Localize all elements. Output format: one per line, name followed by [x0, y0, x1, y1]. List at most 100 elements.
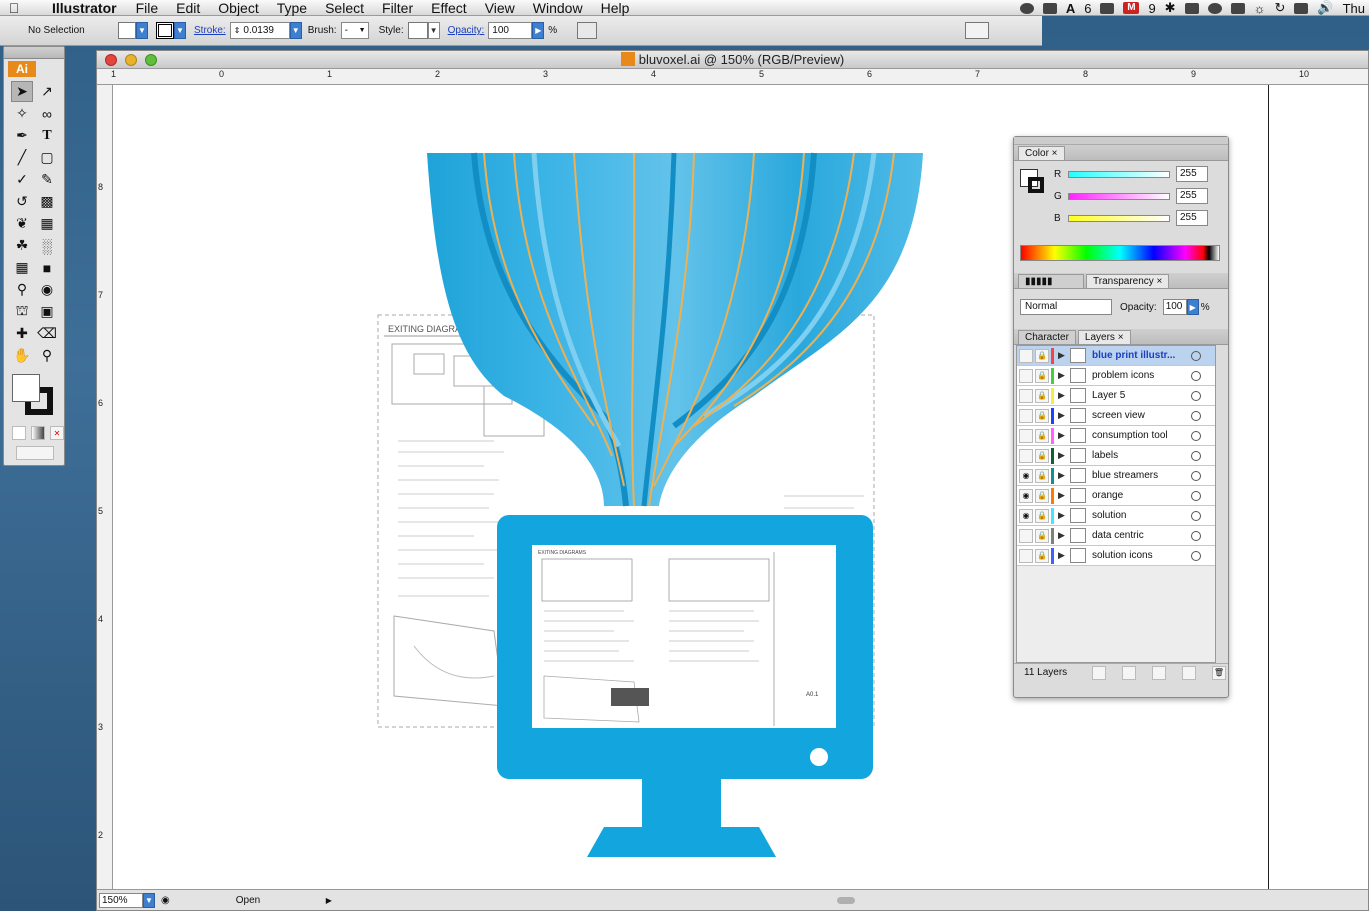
panel-drag-bar[interactable] — [1014, 137, 1228, 145]
eraser-tool-icon[interactable]: ⌫ — [36, 323, 58, 344]
green-value-field[interactable]: 255 — [1176, 188, 1208, 204]
gradient-mode-icon[interactable] — [31, 426, 45, 440]
lock-icon[interactable]: 🔒 — [1035, 528, 1049, 543]
layer-row[interactable]: ◉ 🔒 ▶ blue streamers — [1017, 466, 1215, 486]
trash-icon[interactable]: 🗑 — [1212, 665, 1226, 680]
horizontal-ruler[interactable]: 1 0 1 2 3 4 5 6 7 8 9 10 — [97, 69, 1368, 85]
transparency-opacity-field[interactable]: 100 — [1162, 299, 1187, 315]
adobe-status-icon[interactable]: A — [1066, 1, 1075, 16]
expand-triangle-icon[interactable]: ▶ — [1058, 350, 1068, 361]
layer-name[interactable]: screen view — [1092, 410, 1191, 421]
layer-target-icon[interactable] — [1191, 470, 1201, 481]
expand-triangle-icon[interactable]: ▶ — [1058, 450, 1068, 461]
screen-mode-button[interactable] — [14, 446, 64, 460]
horizontal-scroll-thumb[interactable] — [836, 896, 855, 904]
layer-target-icon[interactable] — [1191, 430, 1201, 441]
free-transform-tool-icon[interactable]: ▦ — [36, 213, 58, 234]
menu-object[interactable]: Object — [209, 0, 267, 16]
expand-triangle-icon[interactable]: ▶ — [1058, 510, 1068, 521]
screen-mode-icon[interactable] — [16, 446, 54, 460]
minimize-window-icon[interactable] — [125, 54, 137, 66]
lock-icon[interactable]: 🔒 — [1035, 368, 1049, 383]
blue-value-field[interactable]: 255 — [1176, 210, 1208, 226]
pen-tool-icon[interactable]: ✒ — [11, 125, 33, 146]
none-mode-icon[interactable]: ✕ — [50, 426, 64, 440]
brush-field[interactable]: - ▼ — [340, 22, 369, 39]
stroke-dropdown[interactable]: ▼ — [174, 22, 186, 39]
live-paint-selection-tool-icon[interactable]: ▣ — [36, 301, 58, 322]
layer-target-icon[interactable] — [1191, 410, 1201, 421]
clipping-mask-icon[interactable] — [1122, 665, 1136, 680]
apple-menu-icon[interactable]:  — [0, 0, 28, 16]
rectangle-tool-icon[interactable]: ▢ — [36, 147, 58, 168]
layer-name[interactable]: solution icons — [1092, 550, 1191, 561]
style-dropdown[interactable]: ▼ — [427, 22, 440, 39]
blend-tool-icon[interactable]: ◉ — [36, 279, 58, 300]
lock-icon[interactable]: 🔒 — [1035, 428, 1049, 443]
expand-triangle-icon[interactable]: ▶ — [1058, 430, 1068, 441]
color-mode-icon[interactable] — [12, 426, 26, 440]
menu-window[interactable]: Window — [524, 0, 592, 16]
menu-effect[interactable]: Effect — [422, 0, 476, 16]
tab-character[interactable]: Character — [1018, 330, 1076, 344]
layer-row[interactable]: 🔒 ▶ problem icons — [1017, 366, 1215, 386]
zoom-dropdown[interactable]: ▼ — [143, 892, 155, 908]
layer-name[interactable]: orange — [1092, 490, 1191, 501]
blend-mode-select[interactable]: Normal — [1020, 299, 1112, 315]
lasso-tool-icon[interactable]: ∞ — [36, 103, 58, 124]
lock-icon[interactable]: 🔒 — [1035, 468, 1049, 483]
layer-row[interactable]: 🔒 ▶ consumption tool — [1017, 426, 1215, 446]
symbol-sprayer-tool-icon[interactable]: ☘ — [11, 235, 33, 256]
tab-transparency[interactable]: Transparency × — [1086, 274, 1170, 288]
layer-target-icon[interactable] — [1191, 510, 1201, 521]
new-layer-icon[interactable] — [1182, 665, 1196, 680]
new-sublayer-icon[interactable] — [1152, 665, 1166, 680]
menu-view[interactable]: View — [476, 0, 524, 16]
opacity-arrow[interactable]: ▶ — [532, 22, 545, 39]
opacity-link[interactable]: Opacity: — [448, 25, 485, 36]
selection-tool-icon[interactable] — [577, 22, 598, 39]
mesh-tool-icon[interactable]: ▦ — [11, 257, 33, 278]
layer-name[interactable]: problem icons — [1092, 370, 1191, 381]
fill-color-box[interactable] — [12, 374, 40, 402]
scale-tool-icon[interactable]: ▩ — [36, 191, 58, 212]
layer-row[interactable]: 🔒 ▶ blue print illustr... — [1017, 346, 1215, 366]
expand-triangle-icon[interactable]: ▶ — [1058, 470, 1068, 481]
zoom-tool-icon[interactable]: ⚲ — [36, 345, 58, 366]
layer-row[interactable]: 🔒 ▶ screen view — [1017, 406, 1215, 426]
visibility-eye-icon[interactable] — [1019, 408, 1033, 423]
wifi-icon[interactable]: ☼ — [1254, 1, 1266, 16]
calendar-icon[interactable] — [1100, 2, 1115, 14]
style-swatch[interactable] — [407, 22, 428, 39]
layer-target-icon[interactable] — [1191, 530, 1201, 541]
menu-filter[interactable]: Filter — [373, 0, 422, 16]
visibility-eye-icon[interactable] — [1019, 368, 1033, 383]
magic-wand-tool-icon[interactable]: ✧ — [11, 103, 33, 124]
layer-row[interactable]: 🔒 ▶ solution icons — [1017, 546, 1215, 566]
fill-dropdown[interactable]: ▼ — [136, 22, 148, 39]
visibility-eye-icon[interactable] — [1019, 528, 1033, 543]
pencil-tool-icon[interactable]: ✎ — [36, 169, 58, 190]
stroke-swatch[interactable] — [156, 22, 174, 39]
fill-stroke-control[interactable] — [12, 374, 60, 420]
visibility-eye-icon[interactable]: ◉ — [1019, 508, 1033, 523]
vertical-ruler[interactable]: 8 7 6 5 4 3 2 — [97, 85, 113, 889]
lock-icon[interactable]: 🔒 — [1035, 408, 1049, 423]
layer-name[interactable]: blue print illustr... — [1092, 350, 1191, 361]
layer-target-icon[interactable] — [1191, 490, 1201, 501]
menu-type[interactable]: Type — [268, 0, 316, 16]
battery-icon[interactable] — [1184, 2, 1199, 14]
live-paint-bucket-tool-icon[interactable]: ⛫ — [11, 301, 33, 322]
rotate-tool-icon[interactable]: ↺ — [11, 191, 33, 212]
brush-dropdown-icon[interactable]: ▼ — [359, 27, 368, 34]
expand-triangle-icon[interactable]: ▶ — [1058, 530, 1068, 541]
red-value-field[interactable]: 255 — [1176, 166, 1208, 182]
transparency-opacity-arrow[interactable]: ▶ — [1186, 299, 1199, 315]
type-tool-icon[interactable]: T — [36, 125, 58, 146]
visibility-eye-icon[interactable]: ◉ — [1019, 488, 1033, 503]
zoom-window-icon[interactable] — [145, 54, 157, 66]
layer-row[interactable]: ◉ 🔒 ▶ solution — [1017, 506, 1215, 526]
close-window-icon[interactable] — [105, 54, 117, 66]
layer-name[interactable]: labels — [1092, 450, 1191, 461]
color-spectrum-bar[interactable] — [1020, 245, 1220, 261]
